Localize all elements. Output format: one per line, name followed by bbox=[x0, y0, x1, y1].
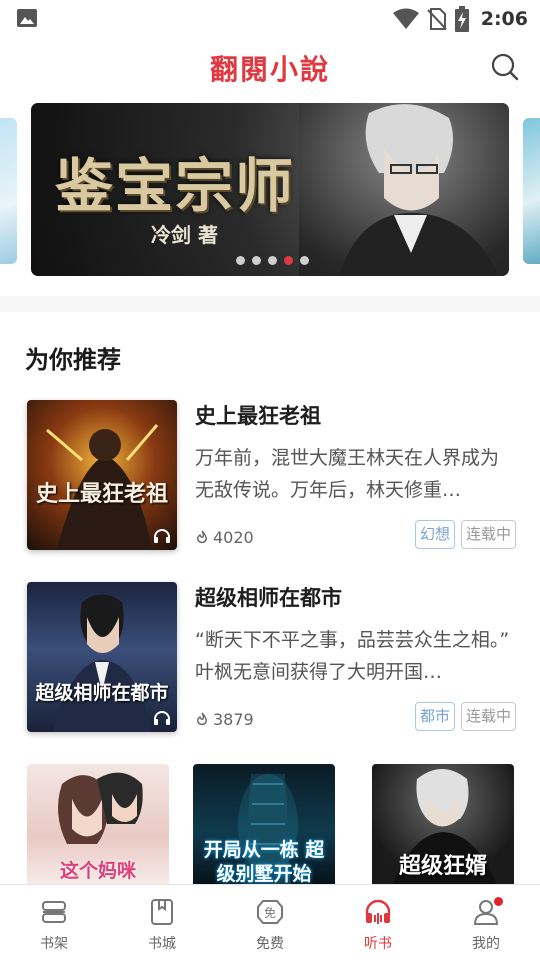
cover-title: 超级狂婿 bbox=[398, 853, 487, 879]
tab-bookshelf[interactable]: 书架 bbox=[0, 885, 108, 960]
tab-listen[interactable]: 听书 bbox=[324, 885, 432, 960]
book-cover[interactable]: 史上最狂老祖 bbox=[27, 400, 177, 550]
book-grid-cover[interactable]: 这个妈咪 bbox=[27, 764, 169, 886]
cover-title: 史上最狂老祖 bbox=[35, 481, 168, 507]
carousel-dot-active[interactable] bbox=[284, 256, 293, 265]
wifi-icon bbox=[392, 8, 419, 29]
section-divider bbox=[0, 296, 540, 312]
banner-slide[interactable]: 鉴宝宗师 冷剑 著 bbox=[31, 103, 509, 276]
next-banner-peek[interactable] bbox=[523, 118, 540, 264]
no-sim-icon bbox=[427, 8, 447, 30]
tab-bookstore[interactable]: 书城 bbox=[108, 885, 216, 960]
book-grid-cover[interactable]: 开局从一栋 超级别墅开始 bbox=[193, 764, 335, 886]
popularity-value: 4020 bbox=[213, 528, 254, 547]
cover-title: 这个妈咪 bbox=[59, 860, 136, 882]
popularity-count: 3879 bbox=[195, 710, 254, 729]
genre-tag: 幻想 bbox=[414, 520, 455, 549]
app-title: 翻閱小說 bbox=[209, 53, 330, 86]
section-title: 为你推荐 bbox=[25, 346, 121, 374]
book-list-item[interactable]: 超级相师在都市 超级相师在都市 “断天下不平之事，品芸芸众生之相。” 叶枫无意间… bbox=[0, 582, 540, 738]
headphones-icon bbox=[365, 899, 391, 924]
flame-icon bbox=[197, 712, 207, 725]
notification-badge bbox=[494, 897, 503, 906]
tab-free[interactable]: 免 免费 bbox=[216, 885, 324, 960]
tab-profile[interactable]: 我的 bbox=[432, 885, 540, 960]
audiobook-headphones-icon bbox=[154, 711, 170, 725]
carousel-dot[interactable] bbox=[268, 256, 277, 265]
tab-label: 听书 bbox=[364, 936, 392, 952]
carousel-dot[interactable] bbox=[252, 256, 261, 265]
tab-label: 书城 bbox=[148, 936, 176, 952]
book-description: “断天下不平之事，品芸芸众生之相。” 叶枫无意间获得了大明开国… bbox=[195, 629, 510, 683]
popularity-count: 4020 bbox=[195, 528, 254, 547]
book-cover[interactable]: 超级相师在都市 bbox=[27, 582, 177, 732]
bookshelf-icon bbox=[42, 901, 66, 923]
bottom-tab-bar: 书架 书城 免 免费 听书 我的 bbox=[0, 884, 540, 960]
status-tag: 连载中 bbox=[460, 520, 516, 549]
battery-charging-icon bbox=[454, 6, 469, 32]
carousel-dot[interactable] bbox=[236, 256, 245, 265]
tab-label: 书架 bbox=[40, 936, 68, 952]
tab-label: 我的 bbox=[472, 936, 500, 952]
svg-text:免: 免 bbox=[264, 905, 276, 920]
cover-title: 超级相师在都市 bbox=[35, 682, 169, 704]
tab-label: 免费 bbox=[256, 936, 284, 952]
app-header: 翻閱小說 bbox=[0, 40, 540, 96]
book-grid-cover[interactable]: 超级狂婿 bbox=[372, 764, 514, 886]
bookstore-icon bbox=[151, 899, 173, 925]
popularity-value: 3879 bbox=[213, 710, 254, 729]
banner-carousel[interactable]: 鉴宝宗师 冷剑 著 bbox=[0, 100, 540, 286]
cover-title: 开局从一栋 超级别墅开始 bbox=[203, 839, 325, 885]
book-list-item[interactable]: 史上最狂老祖 史上最狂老祖 万年前，混世大魔王林天在人界成为无敌传说。万年后，林… bbox=[0, 400, 540, 556]
free-icon: 免 bbox=[257, 900, 283, 924]
carousel-dot[interactable] bbox=[300, 256, 309, 265]
audiobook-headphones-icon bbox=[154, 529, 170, 543]
gallery-notification-icon bbox=[17, 9, 37, 27]
genre-tag: 都市 bbox=[414, 702, 455, 731]
flame-icon bbox=[197, 530, 207, 543]
banner-book-title: 鉴宝宗师 bbox=[55, 152, 296, 220]
book-title[interactable]: 超级相师在都市 bbox=[195, 582, 342, 612]
book-tags: 幻想 连载中 bbox=[414, 520, 516, 549]
status-bar: 2:06 bbox=[0, 0, 540, 38]
book-description: 万年前，混世大魔王林天在人界成为无敌传说。万年后，林天修重… bbox=[195, 447, 500, 501]
search-icon[interactable] bbox=[490, 52, 520, 82]
book-title[interactable]: 史上最狂老祖 bbox=[195, 400, 321, 430]
status-tag: 连载中 bbox=[460, 702, 516, 731]
banner-book-author: 冷剑 著 bbox=[151, 223, 218, 247]
clock: 2:06 bbox=[480, 8, 528, 30]
book-tags: 都市 连载中 bbox=[414, 702, 516, 731]
carousel-indicator bbox=[236, 256, 309, 265]
previous-banner-peek[interactable] bbox=[0, 118, 17, 264]
banner-character-illustration bbox=[299, 103, 509, 276]
